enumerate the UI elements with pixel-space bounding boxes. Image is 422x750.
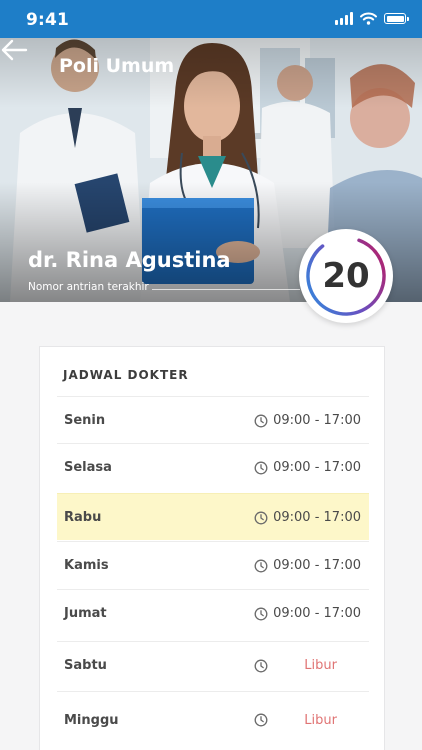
schedule-day: Sabtu: [64, 658, 107, 673]
schedule-day: Senin: [64, 413, 106, 428]
wifi-icon: [360, 12, 377, 25]
schedule-row-rabu-today: Rabu 09:00 - 17:00: [57, 493, 369, 540]
page-title: Poli Umum: [59, 55, 175, 77]
clock-icon: [254, 511, 268, 525]
doctor-name: dr. Rina Agustina: [28, 248, 231, 272]
schedule-row-sabtu: Sabtu Libur: [57, 641, 369, 688]
schedule-day-off: Libur: [304, 658, 337, 673]
schedule-row-senin: Senin 09:00 - 17:00: [57, 396, 369, 443]
battery-icon: [384, 13, 409, 24]
schedule-time: 09:00 - 17:00: [273, 510, 361, 525]
clock-icon: [254, 659, 268, 673]
schedule-row-selasa: Selasa 09:00 - 17:00: [57, 443, 369, 490]
schedule-row-minggu: Minggu Libur: [57, 691, 369, 749]
schedule-row-jumat: Jumat 09:00 - 17:00: [57, 589, 369, 636]
queue-caption: Nomor antrian terakhir: [28, 281, 149, 293]
clock-icon: [254, 461, 268, 475]
schedule-day: Minggu: [64, 713, 119, 728]
clock-icon: [254, 607, 268, 621]
schedule-time: 09:00 - 17:00: [273, 606, 361, 621]
caption-divider: [152, 289, 300, 290]
schedule-time: 09:00 - 17:00: [273, 413, 361, 428]
back-arrow-icon[interactable]: [0, 38, 28, 62]
schedule-day: Jumat: [64, 606, 107, 621]
schedule-time: 09:00 - 17:00: [273, 460, 361, 475]
schedule-day: Selasa: [64, 460, 112, 475]
schedule-time: 09:00 - 17:00: [273, 558, 361, 573]
doctor-schedule-card: JADWAL DOKTER Senin 09:00 - 17:00 Selasa…: [39, 346, 385, 750]
status-bar: 9:41: [0, 0, 422, 38]
schedule-title: JADWAL DOKTER: [63, 368, 189, 382]
clock-icon: [254, 559, 268, 573]
clock-icon: [254, 713, 268, 727]
signal-icon: [335, 12, 353, 25]
schedule-row-kamis: Kamis 09:00 - 17:00: [57, 541, 369, 588]
schedule-day: Kamis: [64, 558, 109, 573]
schedule-day-off: Libur: [304, 713, 337, 728]
queue-number: 20: [322, 256, 370, 296]
status-time: 9:41: [26, 10, 70, 30]
clock-icon: [254, 414, 268, 428]
queue-number-badge: 20: [299, 229, 393, 323]
schedule-day: Rabu: [64, 510, 102, 525]
status-icons: [335, 12, 409, 25]
